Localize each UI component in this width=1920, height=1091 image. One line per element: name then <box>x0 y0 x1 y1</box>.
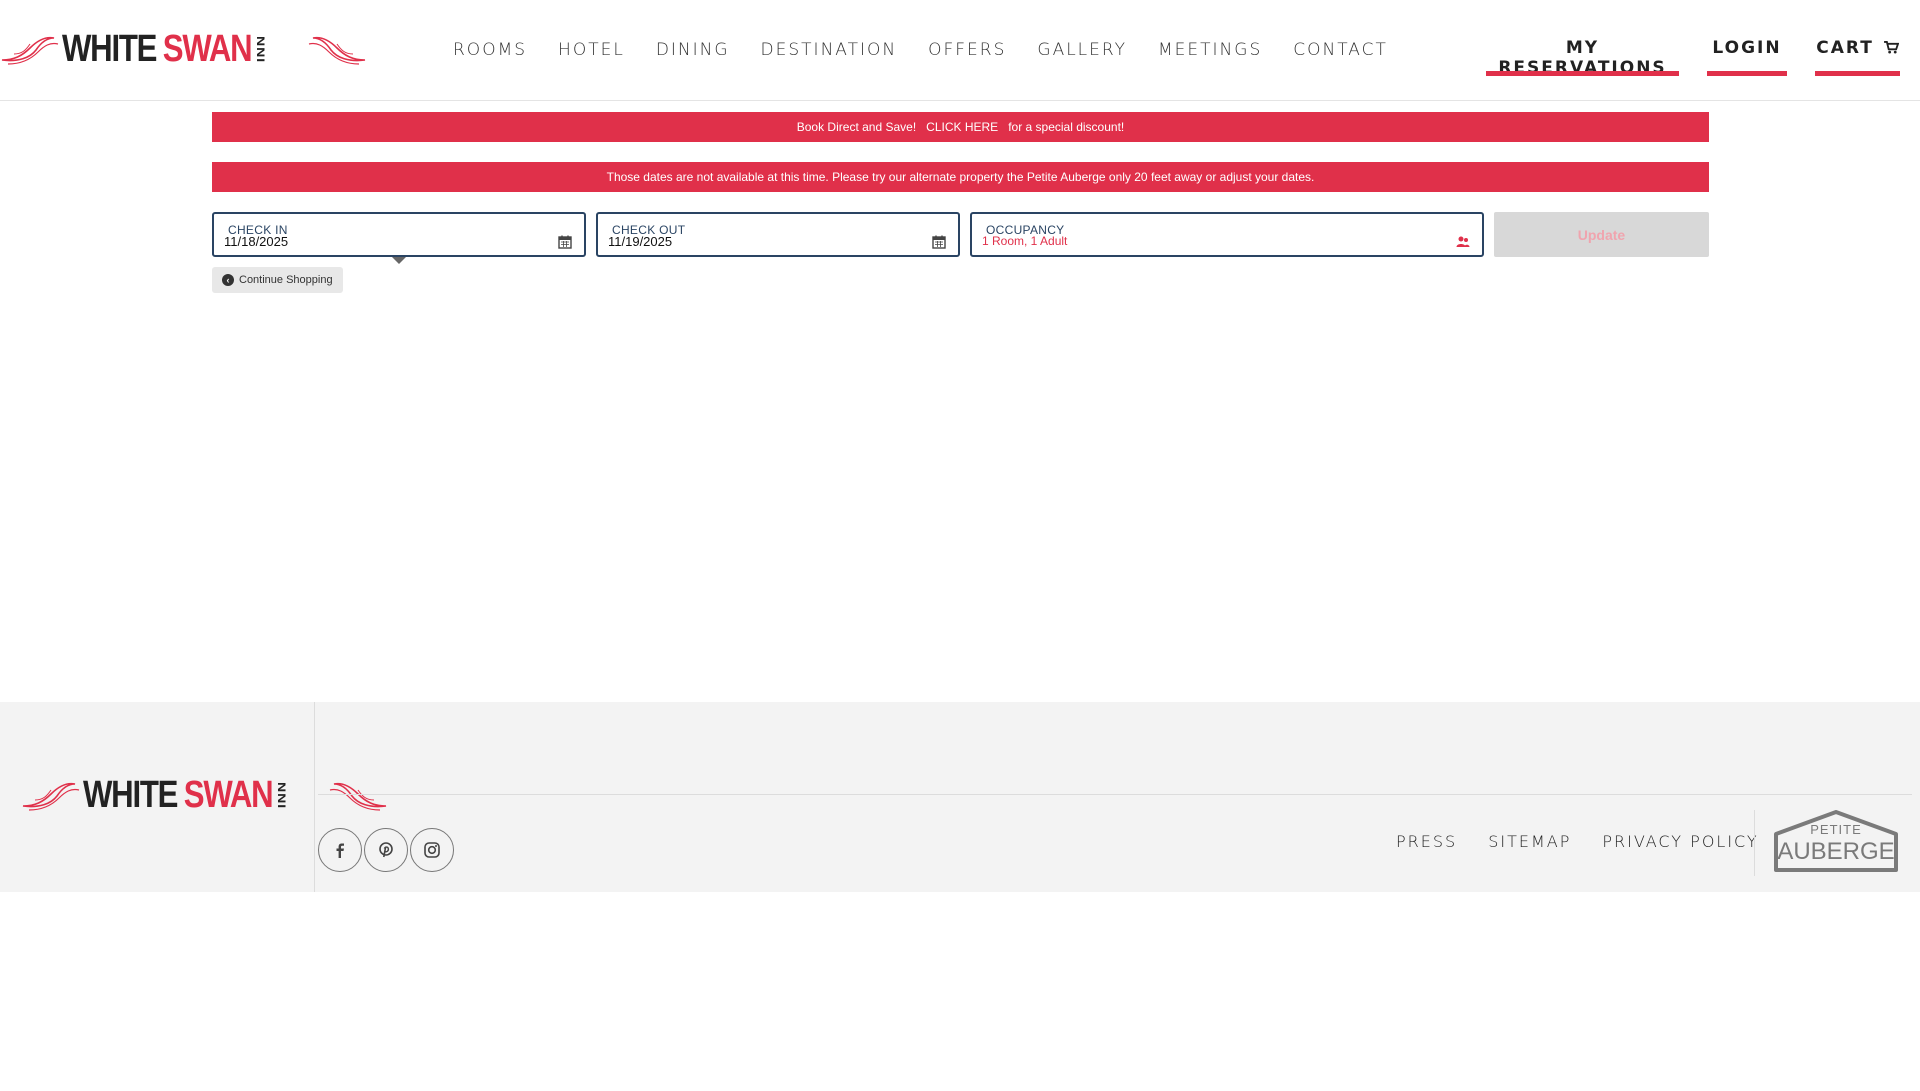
instagram-icon <box>424 842 440 858</box>
facebook-link[interactable] <box>318 828 362 872</box>
petite-auberge-logo[interactable]: PETITE AUBERGE <box>1774 810 1898 872</box>
update-button[interactable]: Update <box>1494 212 1709 257</box>
login-underline <box>1707 71 1787 76</box>
check-out-field[interactable]: CHECK OUT 11/19/2025 <box>596 212 960 257</box>
nav-gallery[interactable]: GALLERY <box>1037 40 1127 60</box>
logo-word-white: WHITE <box>83 774 178 816</box>
facebook-icon <box>336 843 344 858</box>
datepicker-caret <box>392 257 406 264</box>
cart-underline <box>1815 71 1900 76</box>
logo-word-swan: SWAN <box>183 774 274 816</box>
nav-rooms[interactable]: ROOMS <box>453 40 527 60</box>
nav-hotel[interactable]: HOTEL <box>558 40 625 60</box>
site-footer: WHITE SWAN INN PRESS SITEMAP PRIVACY POL… <box>0 702 1920 892</box>
cart-label: CART <box>1816 38 1874 58</box>
logo-word-swan: SWAN <box>162 28 253 70</box>
users-icon <box>1456 236 1470 247</box>
check-in-value: 11/18/2025 <box>224 234 289 249</box>
footer-divider-vertical <box>314 702 315 892</box>
footer-link-sitemap[interactable]: SITEMAP <box>1488 832 1571 851</box>
availability-alert: Those dates are not available at this ti… <box>212 162 1709 192</box>
petite-label: PETITE <box>1810 822 1862 837</box>
login-button[interactable]: LOGIN <box>1707 38 1787 76</box>
swan-left-icon <box>1 36 59 65</box>
footer-links: PRESS SITEMAP PRIVACY POLICY <box>1396 832 1790 851</box>
swan-left-icon <box>22 782 80 811</box>
my-reservations-underline <box>1486 71 1679 76</box>
nav-destination[interactable]: DESTINATION <box>761 40 898 60</box>
nav-offers[interactable]: OFFERS <box>928 40 1006 60</box>
my-reservations-button[interactable]: MY RESERVATIONS <box>1486 38 1679 78</box>
header-logo[interactable]: WHITE SWAN INN <box>0 30 367 68</box>
calendar-icon <box>932 235 946 249</box>
check-in-field[interactable]: CHECK IN 11/18/2025 <box>212 212 586 257</box>
footer-logo[interactable]: WHITE SWAN INN <box>21 776 388 814</box>
pinterest-link[interactable] <box>364 828 408 872</box>
availability-message: Those dates are not available at this ti… <box>606 170 1315 184</box>
footer-link-privacy-policy[interactable]: PRIVACY POLICY <box>1602 832 1758 851</box>
logo-word-inn: INN <box>253 35 267 63</box>
nav-contact[interactable]: CONTACT <box>1293 40 1388 60</box>
continue-shopping-label: Continue Shopping <box>239 274 333 286</box>
instagram-link[interactable] <box>410 828 454 872</box>
occupancy-field[interactable]: OCCUPANCY 1 Room, 1 Adult <box>970 212 1484 257</box>
check-out-value: 11/19/2025 <box>608 234 673 249</box>
chevron-left-icon: ‹ <box>222 274 234 286</box>
continue-shopping-button[interactable]: ‹ Continue Shopping <box>212 267 343 293</box>
promo-click-here-link[interactable]: CLICK HERE <box>926 120 998 134</box>
main-nav: ROOMS HOTEL DINING DESTINATION OFFERS GA… <box>453 40 1419 60</box>
cart-icon <box>1883 41 1900 54</box>
calendar-icon <box>558 235 572 249</box>
promo-suffix: for a special discount! <box>1008 120 1125 134</box>
occupancy-value: 1 Room, 1 Adult <box>982 234 1068 248</box>
logo-word-inn: INN <box>274 781 288 809</box>
footer-divider-partner <box>1754 810 1755 876</box>
pinterest-icon <box>379 842 393 858</box>
nav-dining[interactable]: DINING <box>656 40 730 60</box>
nav-meetings[interactable]: MEETINGS <box>1158 40 1262 60</box>
auberge-label: AUBERGE <box>1777 838 1895 865</box>
swan-right-icon <box>308 36 366 65</box>
site-header: WHITE SWAN INN ROOMS HOTEL DINING DESTIN… <box>0 0 1920 101</box>
cart-button[interactable]: CART <box>1815 38 1900 76</box>
footer-link-press[interactable]: PRESS <box>1396 832 1457 851</box>
promo-prefix: Book Direct and Save! <box>796 120 917 134</box>
promo-banner: Book Direct and Save! CLICK HERE for a s… <box>212 112 1709 142</box>
login-label: LOGIN <box>1712 38 1782 58</box>
swan-right-icon <box>329 782 387 811</box>
footer-divider-horizontal <box>318 794 1912 795</box>
logo-word-white: WHITE <box>62 28 157 70</box>
